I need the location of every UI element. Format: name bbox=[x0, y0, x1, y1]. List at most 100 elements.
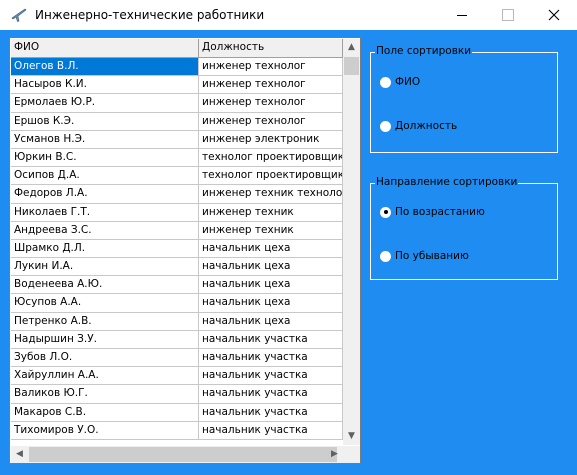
cell-fio[interactable]: Насыров К.И. bbox=[11, 76, 199, 95]
radio-indicator[interactable] bbox=[380, 120, 391, 132]
radio-label: По возрастанию bbox=[395, 206, 485, 218]
cell-position[interactable]: инженер техник bbox=[199, 221, 343, 240]
radio-indicator[interactable] bbox=[380, 76, 391, 88]
employees-grid[interactable]: ФИО Должность Олегов В.Л. инженер техноло… bbox=[9, 37, 361, 464]
cell-fio[interactable]: Воденеева А.Ю. bbox=[11, 276, 199, 295]
table-row[interactable]: Андреева З.С. инженер техник bbox=[11, 221, 343, 240]
main-window: Инженерно-технические работники ФИО Долж… bbox=[0, 0, 577, 475]
cell-position[interactable]: начальник цеха bbox=[199, 294, 343, 313]
cell-position[interactable]: начальник участка bbox=[199, 367, 343, 386]
cell-position[interactable]: начальник цеха bbox=[199, 239, 343, 259]
cell-fio[interactable]: Валиков Ю.Г. bbox=[11, 385, 199, 404]
column-header-fio[interactable]: ФИО bbox=[11, 39, 199, 57]
radio-label: Должность bbox=[395, 120, 458, 132]
horizontal-scrollbar[interactable]: ◀ ▶ bbox=[11, 446, 343, 463]
scroll-left-icon[interactable]: ◀ bbox=[11, 446, 28, 463]
cell-fio[interactable]: Ершов К.Э. bbox=[11, 112, 199, 131]
cell-fio[interactable]: Хайруллин А.А. bbox=[11, 367, 199, 386]
close-button[interactable] bbox=[531, 0, 577, 30]
radio-label: По убыванию bbox=[395, 250, 469, 262]
cell-fio[interactable]: Петренко А.В. bbox=[11, 312, 199, 331]
cell-fio[interactable]: Тихомиров У.О. bbox=[11, 421, 199, 440]
column-header-position[interactable]: Должность bbox=[199, 39, 343, 57]
radio-sort-fio[interactable]: ФИО bbox=[380, 76, 420, 88]
sort-direction-group: Направление сортировки По возрастанию По… bbox=[370, 176, 558, 280]
cell-position[interactable]: начальник участка bbox=[199, 385, 343, 404]
sort-field-legend: Поле сортировки bbox=[375, 45, 473, 57]
table-row[interactable]: Зубов Л.О. начальник участка bbox=[11, 349, 343, 368]
minimize-button[interactable] bbox=[439, 0, 485, 30]
table-row[interactable]: Ермолаев Ю.Р. инженер технолог bbox=[11, 94, 343, 113]
scroll-down-icon[interactable]: ▼ bbox=[343, 428, 360, 445]
table-row[interactable]: Олегов В.Л. инженер технолог bbox=[11, 58, 343, 77]
table-row[interactable]: Хайруллин А.А. начальник участка bbox=[11, 367, 343, 386]
radio-sort-position[interactable]: Должность bbox=[380, 120, 457, 132]
sort-field-group: Поле сортировки ФИО Должность bbox=[370, 45, 558, 153]
maximize-icon bbox=[502, 9, 514, 21]
cell-position[interactable]: начальник цеха bbox=[199, 312, 343, 331]
cell-position[interactable]: начальник цеха bbox=[199, 258, 343, 277]
table-row[interactable]: Юсупов А.А. начальник цеха bbox=[11, 294, 343, 313]
table-row[interactable]: Тихомиров У.О. начальник участка bbox=[11, 421, 343, 440]
cell-fio[interactable]: Макаров С.В. bbox=[11, 403, 199, 422]
table-row[interactable]: Насыров К.И. инженер технолог bbox=[11, 76, 343, 95]
scroll-right-icon[interactable]: ▶ bbox=[326, 446, 343, 463]
grid-header: ФИО Должность bbox=[11, 39, 343, 58]
table-row[interactable]: Шрамко Д.Л. начальник цеха bbox=[11, 239, 343, 259]
cell-position[interactable]: инженер технолог bbox=[199, 58, 343, 77]
table-row[interactable]: Ершов К.Э. инженер технолог bbox=[11, 112, 343, 131]
table-row[interactable]: Осипов Д.А. технолог проектировщик bbox=[11, 167, 343, 186]
cell-fio[interactable]: Усманов Н.Э. bbox=[11, 130, 199, 149]
radio-descending[interactable]: По убыванию bbox=[380, 250, 469, 262]
table-row[interactable]: Юркин В.С. технолог проектировщик bbox=[11, 148, 343, 168]
cell-fio[interactable]: Юсупов А.А. bbox=[11, 294, 199, 313]
radio-label: ФИО bbox=[395, 76, 421, 88]
cell-fio[interactable]: Ермолаев Ю.Р. bbox=[11, 94, 199, 113]
cell-fio[interactable]: Осипов Д.А. bbox=[11, 167, 199, 186]
cell-fio[interactable]: Андреева З.С. bbox=[11, 221, 199, 240]
table-row[interactable]: Валиков Ю.Г. начальник участка bbox=[11, 385, 343, 404]
table-row[interactable]: Николаев Г.Т. инженер техник bbox=[11, 203, 343, 222]
table-row[interactable]: Федоров Л.А. инженер техник технолог bbox=[11, 185, 343, 204]
cell-position[interactable]: инженер технолог bbox=[199, 76, 343, 95]
table-row[interactable]: Макаров С.В. начальник участка bbox=[11, 403, 343, 422]
horizontal-scroll-thumb[interactable] bbox=[29, 447, 337, 462]
cell-position[interactable]: начальник цеха bbox=[199, 276, 343, 295]
cell-position[interactable]: начальник участка bbox=[199, 330, 343, 349]
cell-fio[interactable]: Зубов Л.О. bbox=[11, 349, 199, 368]
cell-position[interactable]: технолог проектировщик bbox=[199, 167, 343, 186]
cell-position[interactable]: инженер техник технолог bbox=[199, 185, 343, 204]
table-row[interactable]: Петренко А.В. начальник цеха bbox=[11, 312, 343, 331]
vertical-scrollbar[interactable]: ▲ ▼ bbox=[343, 39, 360, 445]
table-row[interactable]: Лукин И.А. начальник цеха bbox=[11, 258, 343, 277]
cell-position[interactable]: инженер технолог bbox=[199, 112, 343, 131]
radio-indicator[interactable] bbox=[380, 206, 391, 218]
cell-fio[interactable]: Федоров Л.А. bbox=[11, 185, 199, 204]
table-row[interactable]: Усманов Н.Э. инженер электроник bbox=[11, 130, 343, 149]
maximize-button[interactable] bbox=[485, 0, 531, 30]
cell-position[interactable]: инженер электроник bbox=[199, 130, 343, 149]
cell-position[interactable]: начальник участка bbox=[199, 421, 343, 440]
cell-fio[interactable]: Юркин В.С. bbox=[11, 148, 199, 168]
table-row[interactable]: Надыршин З.У. начальник участка bbox=[11, 330, 343, 349]
window-title: Инженерно-технические работники bbox=[35, 8, 265, 22]
vertical-scroll-thumb[interactable] bbox=[344, 57, 359, 75]
airplane-icon bbox=[11, 8, 27, 22]
cell-fio[interactable]: Лукин И.А. bbox=[11, 258, 199, 277]
cell-fio[interactable]: Николаев Г.Т. bbox=[11, 203, 199, 222]
radio-indicator[interactable] bbox=[380, 250, 391, 262]
title-bar[interactable]: Инженерно-технические работники bbox=[0, 0, 577, 30]
cell-position[interactable]: начальник участка bbox=[199, 403, 343, 422]
cell-position[interactable]: инженер техник bbox=[199, 203, 343, 222]
grid-viewport: ФИО Должность Олегов В.Л. инженер техноло… bbox=[11, 39, 343, 445]
cell-position[interactable]: инженер технолог bbox=[199, 94, 343, 113]
cell-fio[interactable]: Шрамко Д.Л. bbox=[11, 239, 199, 259]
radio-ascending[interactable]: По возрастанию bbox=[380, 206, 485, 218]
scrollbar-corner bbox=[343, 446, 360, 463]
cell-fio[interactable]: Олегов В.Л. bbox=[11, 58, 199, 77]
cell-position[interactable]: технолог проектировщик bbox=[199, 148, 343, 168]
table-row[interactable]: Воденеева А.Ю. начальник цеха bbox=[11, 276, 343, 295]
cell-fio[interactable]: Надыршин З.У. bbox=[11, 330, 199, 349]
scroll-up-icon[interactable]: ▲ bbox=[343, 39, 360, 56]
cell-position[interactable]: начальник участка bbox=[199, 349, 343, 368]
